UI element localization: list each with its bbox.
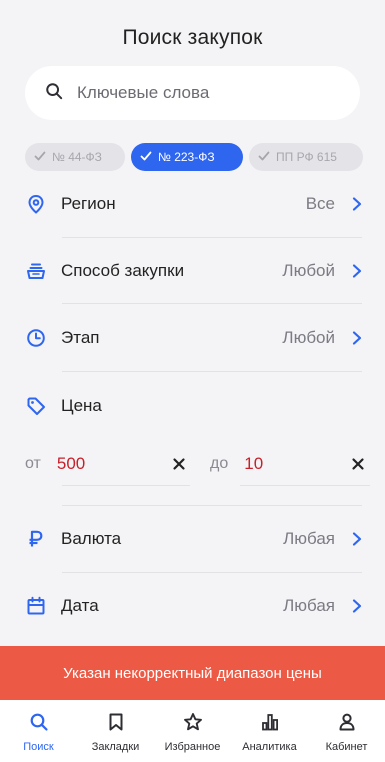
location-pin-icon bbox=[25, 193, 47, 215]
tab-label: Избранное bbox=[164, 741, 221, 753]
chevron-right-icon bbox=[349, 531, 365, 547]
purchase-basket-icon bbox=[25, 260, 47, 282]
error-banner: Указан некорректный диапазон цены bbox=[0, 646, 385, 700]
price-from-field[interactable]: от 500 bbox=[25, 446, 190, 482]
page-title: Поиск закупок bbox=[122, 26, 263, 49]
search-icon bbox=[45, 82, 63, 105]
filter-label: Регион bbox=[61, 194, 116, 213]
clear-to-icon[interactable] bbox=[351, 457, 365, 471]
chevron-right-icon bbox=[349, 330, 365, 346]
divider bbox=[62, 572, 362, 573]
tab-label: Аналитика bbox=[242, 741, 297, 753]
tab-label: Закладки bbox=[91, 741, 140, 753]
filter-label: Этап bbox=[61, 328, 100, 347]
price-from-underline bbox=[62, 485, 190, 486]
price-to-input[interactable]: 10 bbox=[244, 454, 263, 474]
check-icon bbox=[140, 150, 158, 165]
chip-223fz[interactable]: № 223-ФЗ bbox=[131, 143, 243, 171]
search-input[interactable]: Ключевые слова bbox=[25, 66, 360, 120]
filter-label: Дата bbox=[61, 596, 99, 615]
filter-row-method[interactable]: Способ закупки Любой bbox=[25, 251, 365, 291]
chevron-right-icon bbox=[349, 598, 365, 614]
price-from-prefix: от bbox=[25, 455, 41, 472]
filter-value: Все bbox=[305, 194, 335, 213]
search-placeholder: Ключевые слова bbox=[77, 83, 210, 102]
person-icon bbox=[337, 712, 357, 737]
divider bbox=[62, 505, 362, 506]
chip-label: № 223-ФЗ bbox=[158, 150, 215, 164]
chip-label: № 44-ФЗ bbox=[52, 150, 102, 164]
filter-value: Любая bbox=[283, 529, 335, 548]
check-icon bbox=[258, 150, 276, 165]
calendar-icon bbox=[25, 595, 47, 617]
filter-label: Валюта bbox=[61, 529, 122, 548]
bottom-tab-bar: Поиск Закладки Избранное Аналитика Кабин… bbox=[0, 700, 385, 762]
ruble-icon bbox=[25, 528, 47, 550]
chip-pp-rf-615[interactable]: ПП РФ 615 bbox=[249, 143, 363, 171]
price-tag-icon bbox=[25, 395, 47, 417]
filter-value: Любой bbox=[282, 328, 335, 347]
law-filter-chips: № 44-ФЗ № 223-ФЗ ПП РФ 615 bbox=[25, 143, 363, 171]
filter-row-region[interactable]: Регион Все bbox=[25, 184, 365, 224]
divider bbox=[62, 371, 362, 372]
tab-favorites[interactable]: Избранное bbox=[154, 700, 231, 762]
filter-value: Любая bbox=[283, 596, 335, 615]
analytics-icon bbox=[260, 712, 280, 737]
tab-label: Кабинет bbox=[325, 741, 368, 753]
filter-value: Любой bbox=[282, 261, 335, 280]
check-icon bbox=[34, 150, 52, 165]
price-to-underline bbox=[240, 485, 370, 486]
chevron-right-icon bbox=[349, 263, 365, 279]
star-icon bbox=[183, 712, 203, 737]
clear-from-icon[interactable] bbox=[172, 457, 186, 471]
price-from-input[interactable]: 500 bbox=[57, 454, 85, 474]
error-message: Указан некорректный диапазон цены bbox=[63, 664, 322, 682]
tab-label: Поиск bbox=[23, 741, 54, 753]
clock-icon bbox=[25, 327, 47, 349]
search-icon bbox=[29, 712, 49, 737]
filter-row-currency[interactable]: Валюта Любая bbox=[25, 519, 365, 559]
bookmark-icon bbox=[106, 712, 126, 737]
divider bbox=[62, 303, 362, 304]
filter-label: Способ закупки bbox=[61, 261, 185, 280]
tab-search[interactable]: Поиск bbox=[0, 700, 77, 762]
tab-bookmarks[interactable]: Закладки bbox=[77, 700, 154, 762]
divider bbox=[62, 237, 362, 238]
filter-label: Цена bbox=[61, 396, 102, 415]
chip-label: ПП РФ 615 bbox=[276, 150, 337, 164]
filter-row-stage[interactable]: Этап Любой bbox=[25, 318, 365, 358]
price-to-field[interactable]: до 10 bbox=[210, 446, 370, 482]
filter-row-price: Цена bbox=[25, 386, 365, 426]
tab-analytics[interactable]: Аналитика bbox=[231, 700, 308, 762]
search-screen: Поиск закупок Ключевые слова № 44-ФЗ № 2… bbox=[0, 0, 385, 762]
filter-row-date[interactable]: Дата Любая bbox=[25, 586, 365, 626]
tab-cabinet[interactable]: Кабинет bbox=[308, 700, 385, 762]
chip-44fz[interactable]: № 44-ФЗ bbox=[25, 143, 125, 171]
chevron-right-icon bbox=[349, 196, 365, 212]
price-to-prefix: до bbox=[210, 455, 229, 472]
